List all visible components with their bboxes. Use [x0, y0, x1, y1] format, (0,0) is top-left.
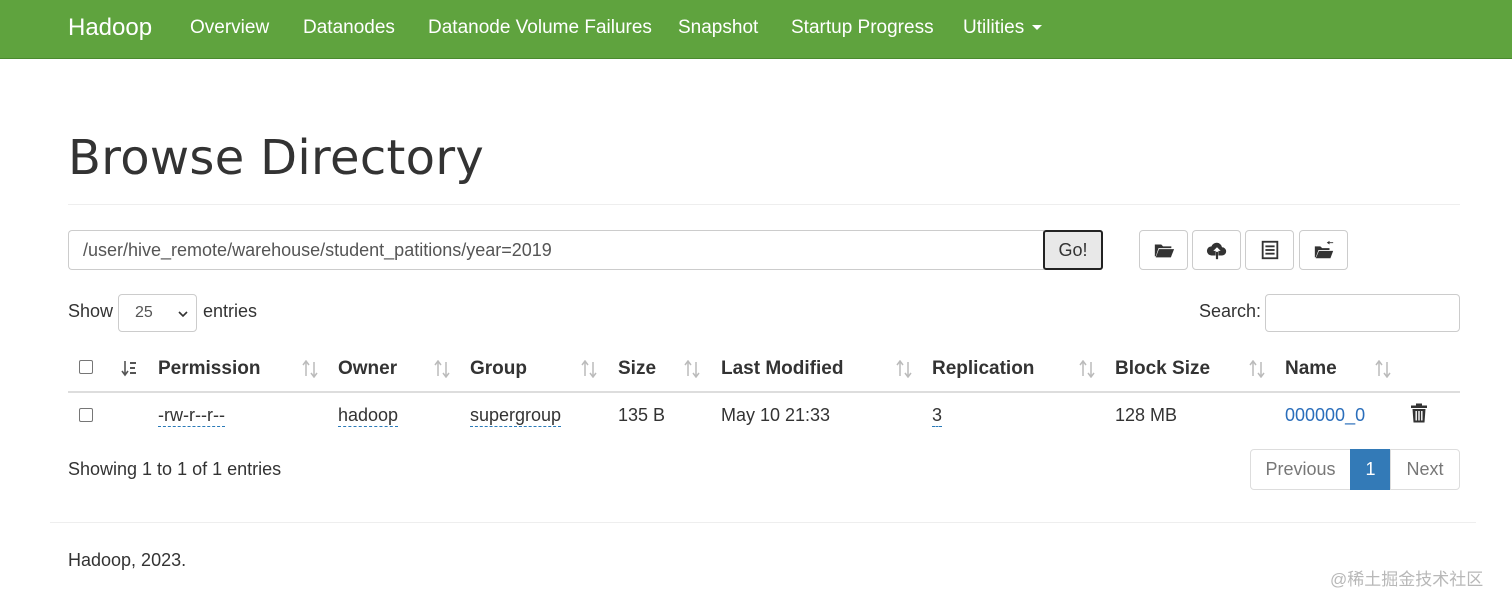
column-header-replication[interactable]: Replication [932, 358, 1034, 380]
caret-down-icon [1032, 25, 1043, 31]
group-value[interactable]: supergroup [470, 405, 562, 427]
column-header-last-modified[interactable]: Last Modified [721, 358, 843, 380]
search-label: Search: [1199, 301, 1262, 321]
entries-select[interactable]: 25 [118, 294, 197, 332]
select-all-checkbox[interactable] [79, 360, 93, 374]
brand-logo[interactable]: Hadoop [68, 14, 152, 42]
watermark: @稀土掘金技术社区 [1330, 570, 1484, 589]
nav-utilities[interactable]: Utilities [963, 16, 1043, 40]
size-value: 135 B [618, 405, 666, 425]
next-button[interactable]: Next [1390, 449, 1460, 490]
owner-value[interactable]: hadoop [338, 405, 399, 427]
search-input[interactable] [1265, 294, 1460, 332]
show-label: Show [68, 301, 114, 321]
chevron-down-icon [178, 311, 188, 318]
nav-overview[interactable]: Overview [190, 16, 269, 40]
nav-datanodes[interactable]: Datanodes [303, 16, 395, 40]
replication-value[interactable]: 3 [932, 405, 943, 427]
footer-copyright: Hadoop, 2023. [68, 550, 187, 570]
nav-startup-progress[interactable]: Startup Progress [791, 16, 934, 40]
sort-icon[interactable] [302, 359, 318, 379]
table-header-divider [68, 391, 1460, 393]
file-name-link[interactable]: 000000_0 [1285, 404, 1365, 426]
column-header-group[interactable]: Group [470, 358, 527, 380]
nav-snapshot[interactable]: Snapshot [678, 16, 758, 40]
cut-paste-icon [1261, 240, 1278, 260]
column-header-block-size[interactable]: Block Size [1115, 358, 1210, 380]
row-checkbox[interactable] [79, 408, 93, 422]
entries-label: entries [203, 301, 258, 321]
column-header-name[interactable]: Name [1285, 358, 1337, 380]
column-header-size[interactable]: Size [618, 358, 656, 380]
previous-button[interactable]: Previous [1250, 449, 1351, 490]
sort-icon[interactable] [684, 359, 700, 379]
sort-icon[interactable] [581, 359, 597, 379]
column-header-permission[interactable]: Permission [158, 358, 260, 380]
sort-icon[interactable] [1079, 359, 1095, 379]
divider [68, 204, 1460, 205]
entries-select-value: 25 [135, 304, 153, 321]
create-directory-button[interactable] [1139, 230, 1188, 270]
go-button[interactable]: Go! [1043, 230, 1103, 270]
column-header-owner[interactable]: Owner [338, 358, 397, 380]
sort-icon[interactable] [896, 359, 912, 379]
sort-asc-icon[interactable] [121, 360, 137, 378]
cut-paste-button[interactable] [1245, 230, 1294, 270]
block-size-value: 128 MB [1115, 405, 1178, 425]
pagination: Previous 1 Next [1250, 449, 1460, 490]
permission-value[interactable]: -rw-r--r-- [158, 405, 225, 427]
footer-divider [50, 522, 1476, 523]
sort-icon[interactable] [434, 359, 450, 379]
navbar: Hadoop Overview Datanodes Datanode Volum… [0, 0, 1512, 59]
table-info: Showing 1 to 1 of 1 entries [68, 459, 282, 479]
trash-icon[interactable] [1410, 403, 1428, 423]
create-directory-icon [1154, 244, 1174, 258]
page-title: Browse Directory [68, 130, 485, 186]
path-input[interactable]: /user/hive_remote/warehouse/student_pati… [68, 230, 1044, 270]
sort-icon[interactable] [1249, 359, 1265, 379]
nav-datanode-volume-failures[interactable]: Datanode Volume Failures [428, 16, 652, 40]
upload-button[interactable] [1192, 230, 1241, 270]
page-1-button[interactable]: 1 [1350, 449, 1391, 490]
nav-utilities-label: Utilities [963, 17, 1025, 38]
sort-icon[interactable] [1375, 359, 1391, 379]
upload-icon [1206, 242, 1226, 260]
folder-move-icon [1314, 240, 1333, 259]
folder-move-button[interactable] [1299, 230, 1348, 270]
last-modified-value: May 10 21:33 [721, 405, 831, 425]
